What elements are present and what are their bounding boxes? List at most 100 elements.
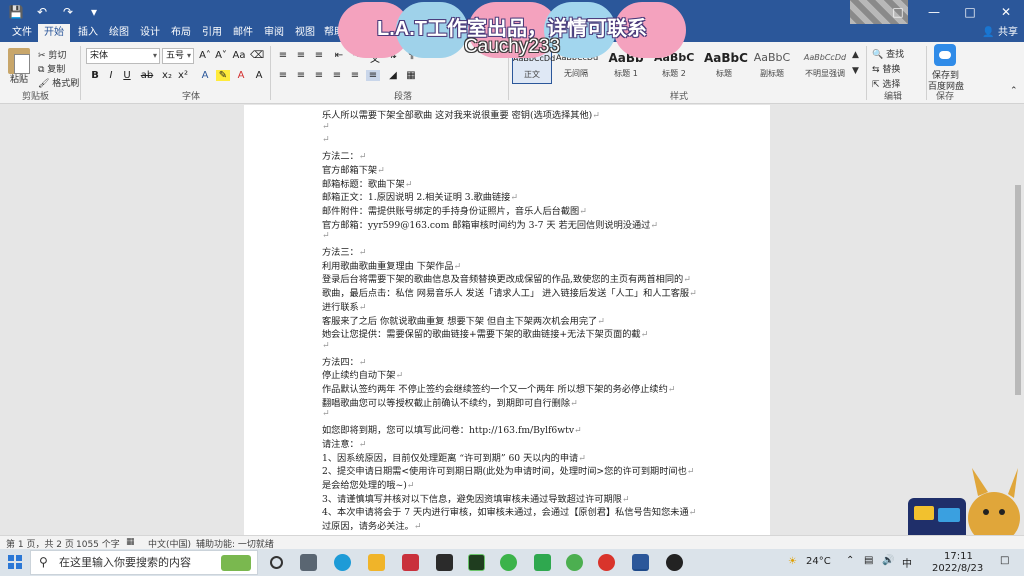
borders-icon[interactable]: ▦	[404, 70, 418, 81]
paste-button[interactable]: 粘贴	[10, 72, 28, 85]
browser-icon[interactable]	[534, 554, 551, 571]
subscript-icon[interactable]: x₂	[160, 70, 174, 81]
scrollbar-thumb[interactable]	[1015, 185, 1021, 395]
minimize-icon[interactable]: —	[916, 0, 952, 24]
app-icon[interactable]	[436, 554, 453, 571]
document-line[interactable]: 官方邮箱下架↵	[322, 162, 385, 176]
replace-button[interactable]: ⇆ 替换	[872, 62, 900, 75]
edge-icon[interactable]	[334, 554, 351, 571]
close-icon[interactable]: ✕	[988, 0, 1024, 24]
clock-time[interactable]: 17:11	[944, 551, 973, 562]
paste-icon[interactable]	[8, 48, 30, 74]
shading-icon[interactable]: ◢	[386, 70, 400, 81]
proofing-icon[interactable]: ▦	[126, 537, 135, 547]
tray-overflow-icon[interactable]: ⌃	[846, 555, 854, 566]
superscript-icon[interactable]: x²	[176, 70, 190, 81]
media-player-icon[interactable]	[566, 554, 583, 571]
style-subtle-emphasis[interactable]: AaBbCcDd 不明显强调	[800, 48, 850, 84]
multilevel-list-icon[interactable]: ≡	[312, 50, 326, 61]
strikethrough-icon[interactable]: ab	[140, 70, 154, 81]
document-line[interactable]: 进行联系↵	[322, 299, 366, 313]
document-line[interactable]: 3、请谨慎填写并核对以下信息，避免因资填审核未通过导致超过许可期限↵	[322, 491, 630, 505]
highlight-icon[interactable]: ✎	[216, 70, 230, 81]
ribbon-display-icon[interactable]: □	[880, 0, 916, 24]
tab-home[interactable]: 开始	[38, 24, 70, 42]
cloud-save-icon[interactable]	[934, 44, 956, 66]
document-line[interactable]: 4、本次申请将会于 7 天内进行审核，如审核未通过，会通过【原创君】私信号告知您…	[322, 504, 696, 518]
font-color-icon[interactable]: A	[234, 70, 248, 81]
document-line[interactable]: 方法四：↵	[322, 354, 366, 368]
italic-icon[interactable]: I	[104, 70, 118, 81]
tab-layout[interactable]: 布局	[165, 24, 197, 42]
styles-scroll-icon[interactable]: ▲	[852, 50, 859, 60]
ime-indicator[interactable]: 中	[902, 555, 912, 570]
justify-icon[interactable]: ≡	[330, 70, 344, 81]
document-page[interactable]: 乐人所以需要下架全部歌曲 这对我来说很重要 密钥(选项选择其他)↵ ↵ ↵ 方法二：↵…	[244, 105, 770, 535]
text-effects-icon[interactable]: A	[198, 70, 212, 81]
clock-date[interactable]: 2022/8/23	[932, 563, 983, 574]
tab-references[interactable]: 引用	[196, 24, 228, 42]
underline-icon[interactable]: U	[120, 70, 134, 81]
document-line[interactable]: ↵	[322, 134, 330, 145]
shrink-font-icon[interactable]: A˅	[214, 50, 228, 61]
app-icon[interactable]	[402, 554, 419, 571]
document-line[interactable]: 邮箱正文：1.原因说明 2.相关证明 3.歌曲链接↵	[322, 189, 518, 203]
document-line[interactable]: 停止续约自动下架↵	[322, 367, 403, 381]
document-line[interactable]: 客服来了之后 你就说歌曲重复 想要下架 但自主下架两次机会用完了↵	[322, 313, 605, 327]
taskbar-search[interactable]: ⚲ 在这里输入你要搜索的内容	[30, 550, 258, 575]
bold-icon[interactable]: B	[88, 70, 102, 81]
notification-icon[interactable]: □	[1000, 555, 1009, 566]
document-line[interactable]: 翻唱歌曲您可以等授权截止前确认不续约，到期即可自行删除↵	[322, 395, 578, 409]
undo-icon[interactable]: ↶	[34, 4, 50, 20]
font-size-combo[interactable]: 五号 ▾	[162, 48, 194, 64]
file-explorer-icon[interactable]	[368, 554, 385, 571]
tab-mailings[interactable]: 邮件	[227, 24, 259, 42]
bullets-icon[interactable]: ≡	[276, 50, 290, 61]
document-line[interactable]: ↵	[322, 408, 330, 419]
cortana-icon[interactable]	[270, 556, 283, 569]
save-icon[interactable]: 💾	[8, 4, 24, 20]
document-line[interactable]: 登录后台将需要下架的歌曲信息及音频替换更改成保留的作品,致使您的主页有两首相同的…	[322, 271, 691, 285]
network-icon[interactable]: ▤	[864, 555, 873, 566]
document-line[interactable]: 如您即将到期，您可以填写此问卷：http://163.fm/Bylf6wtv↵	[322, 422, 582, 436]
task-view-icon[interactable]	[300, 554, 317, 571]
document-line[interactable]: 作品默认签约两年 不停止签约会继续签约一个又一个两年 所以想下架的务必停止续约↵	[322, 381, 675, 395]
document-line[interactable]: 方法二：↵	[322, 148, 366, 162]
netease-music-icon[interactable]	[598, 554, 615, 571]
document-line[interactable]: 过原因，请务必关注。↵	[322, 518, 422, 532]
style-subtitle[interactable]: AaBbC 副标题	[752, 48, 792, 84]
document-line[interactable]: 歌曲，最后点击：私信 网易音乐人 发送「请求人工」 进入链接后发送「人工」和人工…	[322, 285, 697, 299]
document-line[interactable]: ↵	[322, 230, 330, 241]
document-line[interactable]: ↵	[322, 121, 330, 132]
document-line[interactable]: 邮箱标题：歌曲下架↵	[322, 176, 412, 190]
document-line[interactable]: 利用歌曲歌曲重复理由 下架作品↵	[322, 258, 461, 272]
find-button[interactable]: 🔍 查找	[872, 47, 904, 60]
audition-icon[interactable]	[468, 554, 485, 571]
document-line[interactable]: 请注意：↵	[322, 436, 366, 450]
style-title[interactable]: AaBbC 标题	[704, 48, 748, 84]
volume-icon[interactable]: 🔊	[882, 555, 894, 566]
distributed-icon[interactable]: ≡	[348, 70, 362, 81]
weather-icon[interactable]: ☀	[788, 556, 797, 567]
document-line[interactable]: 乐人所以需要下架全部歌曲 这对我来说很重要 密钥(选项选择其他)↵	[322, 107, 600, 121]
tab-review[interactable]: 审阅	[258, 24, 290, 42]
document-line[interactable]: 方法三：↵	[322, 244, 366, 258]
redo-icon[interactable]: ↷	[60, 4, 76, 20]
tab-insert[interactable]: 插入	[72, 24, 104, 42]
app-icon[interactable]	[666, 554, 683, 571]
grow-font-icon[interactable]: A˄	[198, 50, 212, 61]
document-line[interactable]: 官方邮箱：yyr599@163.com 邮箱审核时间约为 3-7 天 若无回信则…	[322, 217, 658, 231]
align-center-icon[interactable]: ≡	[294, 70, 308, 81]
styles-more-icon[interactable]: ▼	[852, 66, 859, 76]
customize-qat-icon[interactable]: ▾	[86, 4, 102, 20]
document-line[interactable]: 是会给您处理的哦~)↵	[322, 477, 415, 491]
document-line[interactable]: 1、因系统原因，目前仅处理距离 “许可到期” 60 天以内的申请↵	[322, 450, 586, 464]
tab-view[interactable]: 视图	[289, 24, 321, 42]
document-line[interactable]: 她会让您提供：需要保留的歌曲链接+需要下架的歌曲链接+无法下架页面的截↵	[322, 326, 648, 340]
format-painter-button[interactable]: 🖌 格式刷	[38, 76, 79, 89]
document-line[interactable]: ↵	[322, 340, 330, 351]
collapse-ribbon-icon[interactable]: ⌃	[1010, 86, 1018, 96]
cut-button[interactable]: ✂ 剪切	[38, 48, 66, 61]
clear-format-icon[interactable]: ⌫	[250, 50, 264, 61]
weather-temp[interactable]: 24°C	[806, 556, 831, 567]
